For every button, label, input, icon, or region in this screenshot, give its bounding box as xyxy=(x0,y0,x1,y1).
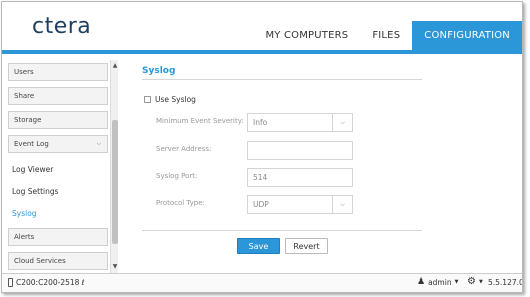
tab-files[interactable]: FILES xyxy=(360,21,412,50)
scroll-down-icon[interactable]: ▼ xyxy=(112,263,118,271)
use-syslog-checkbox[interactable] xyxy=(144,96,151,103)
sidebar-item-cloud-services[interactable]: Cloud Services xyxy=(8,252,108,270)
tab-my-computers[interactable]: MY COMPUTERS xyxy=(253,21,360,50)
app-window: ctera MY COMPUTERS FILES CONFIGURATION U… xyxy=(1,1,523,293)
chevron-down-icon: ⌵ xyxy=(96,140,101,147)
device-suffix: ℓ xyxy=(81,278,85,287)
device-indicator: C200:C200-2518 ℓ xyxy=(8,278,85,287)
sidebar-subitem-log-settings[interactable]: Log Settings xyxy=(12,187,59,196)
logo: ctera xyxy=(32,12,91,42)
scroll-up-icon[interactable]: ▲ xyxy=(112,62,118,70)
use-syslog-label[interactable]: Use Syslog xyxy=(155,95,196,104)
title-divider xyxy=(142,79,422,80)
main-nav: MY COMPUTERS FILES CONFIGURATION xyxy=(253,21,522,50)
protocol-type-label: Protocol Type: xyxy=(156,199,205,207)
page-title: Syslog xyxy=(142,66,176,76)
syslog-port-value: 514 xyxy=(253,173,268,182)
sidebar-item-users[interactable]: Users xyxy=(8,63,108,81)
device-icon xyxy=(8,278,13,287)
status-bar: C200:C200-2518 ℓ ♟ admin ▼ ⚙ ▼ 5.5.127.0 xyxy=(2,273,522,292)
protocol-type-select[interactable]: UDP ⌵ xyxy=(247,195,353,214)
sidebar-item-storage[interactable]: Storage xyxy=(8,111,108,129)
severity-value: Info xyxy=(253,118,268,127)
protocol-type-value: UDP xyxy=(253,200,269,209)
tab-configuration[interactable]: CONFIGURATION xyxy=(412,21,522,50)
device-name: C200:C200-2518 xyxy=(16,278,80,287)
sidebar-subitem-log-viewer[interactable]: Log Viewer xyxy=(12,165,53,174)
user-icon: ♟ xyxy=(417,277,426,287)
header: ctera MY COMPUTERS FILES CONFIGURATION xyxy=(2,2,522,50)
sidebar-scrollbar[interactable]: ▲ ▼ xyxy=(110,60,118,273)
settings-menu[interactable]: ⚙ ▼ xyxy=(467,276,483,287)
severity-label: Minimum Event Severity: xyxy=(156,117,244,125)
sidebar: Users Share Storage Event Log ⌵ Log View… xyxy=(6,60,118,273)
save-button[interactable]: Save xyxy=(237,238,280,254)
sidebar-item-event-log[interactable]: Event Log ⌵ xyxy=(8,135,108,153)
scroll-thumb[interactable] xyxy=(112,120,118,244)
sidebar-subitem-syslog[interactable]: Syslog xyxy=(12,209,37,218)
use-syslog-row: Use Syslog xyxy=(144,95,196,104)
version-label: 5.5.127.0 xyxy=(488,278,523,287)
syslog-port-label: Syslog Port: xyxy=(156,172,198,180)
caret-down-icon: ▼ xyxy=(478,278,483,285)
server-address-label: Server Address: xyxy=(156,145,212,153)
revert-button[interactable]: Revert xyxy=(285,238,328,254)
form-divider xyxy=(142,230,422,231)
gear-icon: ⚙ xyxy=(467,276,476,287)
sidebar-item-share[interactable]: Share xyxy=(8,87,108,105)
sidebar-item-alerts[interactable]: Alerts xyxy=(8,228,108,246)
header-divider xyxy=(2,50,522,54)
sidebar-item-label: Event Log xyxy=(14,140,49,148)
user-name: admin xyxy=(428,277,452,287)
severity-select[interactable]: Info ⌵ xyxy=(247,113,353,132)
syslog-port-input[interactable]: 514 xyxy=(247,168,353,187)
sidebar-item-label: Users xyxy=(14,68,34,76)
logo-text: ctera xyxy=(32,14,92,39)
user-menu[interactable]: ♟ admin ▼ xyxy=(417,277,458,287)
chevron-down-icon[interactable]: ⌵ xyxy=(332,114,352,131)
sidebar-item-label: Storage xyxy=(14,116,42,124)
sidebar-item-label: Cloud Services xyxy=(14,257,66,265)
sidebar-item-label: Share xyxy=(14,92,35,100)
caret-down-icon: ▼ xyxy=(454,279,459,285)
sidebar-item-label: Alerts xyxy=(14,233,35,241)
server-address-input[interactable] xyxy=(247,141,353,160)
chevron-down-icon[interactable]: ⌵ xyxy=(332,196,352,213)
